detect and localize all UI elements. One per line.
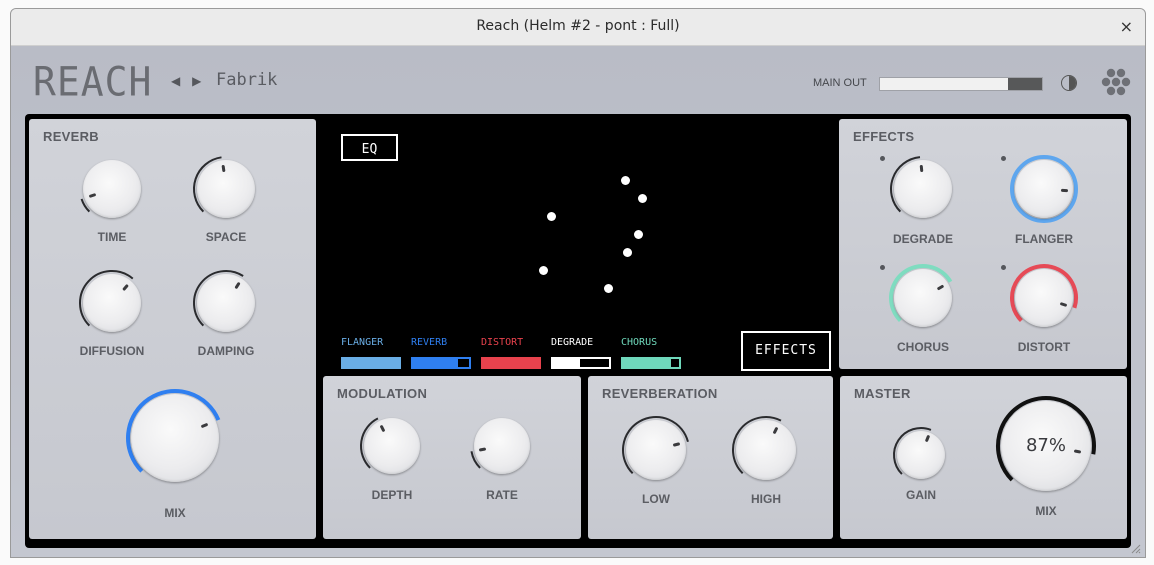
main-out-meter xyxy=(879,77,1043,91)
chorus-knob[interactable] xyxy=(894,269,952,327)
next-preset-icon[interactable]: ▶ xyxy=(192,74,201,88)
low-indicator xyxy=(673,442,681,447)
distort-indicator xyxy=(1060,301,1068,307)
legend-bar-chorus[interactable] xyxy=(621,357,681,369)
effects-button[interactable]: EFFECTS xyxy=(741,331,831,371)
main-out-label: MAIN OUT xyxy=(813,77,867,89)
meter-fill xyxy=(1008,78,1042,90)
flanger-indicator xyxy=(1061,188,1069,193)
distort-led[interactable] xyxy=(1001,265,1006,270)
chorus-led[interactable] xyxy=(880,265,885,270)
window-title: Reach (Helm #2 - pont : Full) xyxy=(476,18,680,34)
viz-point[interactable] xyxy=(634,230,643,239)
time-knob[interactable] xyxy=(83,160,141,218)
legend-label-chorus: CHORUS xyxy=(621,337,658,348)
flanger-label: FLANGER xyxy=(1015,232,1073,246)
modulation-title: MODULATION xyxy=(337,386,428,401)
legend-bar-distort[interactable] xyxy=(481,357,541,369)
viz-point[interactable] xyxy=(621,176,630,185)
space-indicator xyxy=(221,164,226,173)
degrade-knob[interactable] xyxy=(894,160,952,218)
distort-knob[interactable] xyxy=(1015,269,1073,327)
rate-label: RATE xyxy=(486,488,518,502)
reverb-mix-label: MIX xyxy=(164,506,186,520)
legend-bar-reverb[interactable] xyxy=(411,357,471,369)
legend-label-degrade: DEGRADE xyxy=(551,337,594,348)
resize-grip-icon[interactable] xyxy=(1129,542,1141,554)
plugin-window: Reach (Helm #2 - pont : Full) × REACH ◀ … xyxy=(10,8,1146,558)
flanger-knob[interactable] xyxy=(1015,160,1073,218)
time-indicator xyxy=(88,192,96,198)
preset-name[interactable]: Fabrik xyxy=(216,70,277,90)
diffusion-indicator xyxy=(122,283,129,291)
low-knob[interactable] xyxy=(626,420,686,480)
legend-bar-flanger[interactable] xyxy=(341,357,401,369)
high-indicator xyxy=(772,426,779,435)
menu-hex-icon[interactable] xyxy=(1099,66,1135,102)
modulation-panel: MODULATION xyxy=(323,376,581,539)
prev-preset-icon[interactable]: ◀ xyxy=(171,74,180,88)
low-label: LOW xyxy=(642,492,670,506)
legend-bar-degrade[interactable] xyxy=(551,357,611,369)
degrade-indicator xyxy=(919,164,923,172)
reverb-title: REVERB xyxy=(43,129,99,144)
depth-knob[interactable] xyxy=(364,418,420,474)
master-mix-label: MIX xyxy=(1035,504,1057,518)
legend-label-flanger: FLANGER xyxy=(341,337,384,348)
damping-knob[interactable] xyxy=(197,274,255,332)
high-knob[interactable] xyxy=(736,420,796,480)
close-icon[interactable]: × xyxy=(1120,17,1133,36)
reverb-mix-knob[interactable] xyxy=(131,394,219,482)
title-bar: Reach (Helm #2 - pont : Full) × xyxy=(11,9,1145,46)
contrast-toggle-icon[interactable] xyxy=(1061,75,1077,91)
time-label: TIME xyxy=(97,230,127,244)
preset-nav: ◀ ▶ xyxy=(171,74,209,88)
chorus-indicator xyxy=(937,284,945,291)
viz-point[interactable] xyxy=(623,248,632,257)
diffusion-knob[interactable] xyxy=(83,274,141,332)
degrade-led[interactable] xyxy=(880,156,885,161)
space-label: SPACE xyxy=(205,230,247,244)
viz-point[interactable] xyxy=(539,266,548,275)
viz-point[interactable] xyxy=(547,212,556,221)
legend-label-reverb: REVERB xyxy=(411,337,448,348)
viz-point[interactable] xyxy=(638,194,647,203)
master-title: MASTER xyxy=(854,386,911,401)
reverberation-panel: REVERBERATION xyxy=(588,376,833,539)
rate-indicator xyxy=(478,447,486,452)
effects-title: EFFECTS xyxy=(853,129,915,144)
reverberation-title: REVERBERATION xyxy=(602,386,718,401)
effects-visualizer: EQ FLANGER REVERB DISTORT DEGRADE CHORUS EFF… xyxy=(329,122,844,377)
diffusion-label: DIFFUSION xyxy=(79,344,145,358)
app-logo: REACH xyxy=(33,58,153,106)
chorus-label: CHORUS xyxy=(896,340,949,354)
gain-label: GAIN xyxy=(906,488,936,502)
master-mix-value: 87% xyxy=(1025,435,1066,456)
gain-knob[interactable] xyxy=(897,431,945,479)
eq-button[interactable]: EQ xyxy=(341,134,398,161)
viz-point[interactable] xyxy=(604,284,613,293)
depth-label: DEPTH xyxy=(371,488,413,502)
depth-indicator xyxy=(379,424,386,432)
legend-label-distort: DISTORT xyxy=(481,337,524,348)
rate-knob[interactable] xyxy=(474,418,530,474)
distort-label: DISTORT xyxy=(1017,340,1071,354)
high-label: HIGH xyxy=(751,492,781,506)
gain-indicator xyxy=(924,435,931,443)
flanger-led[interactable] xyxy=(1001,156,1006,161)
reverb-mix-indicator xyxy=(200,423,209,429)
damping-label: DAMPING xyxy=(197,344,255,358)
damping-indicator xyxy=(234,281,241,290)
degrade-label: DEGRADE xyxy=(892,232,953,246)
space-knob[interactable] xyxy=(197,160,255,218)
